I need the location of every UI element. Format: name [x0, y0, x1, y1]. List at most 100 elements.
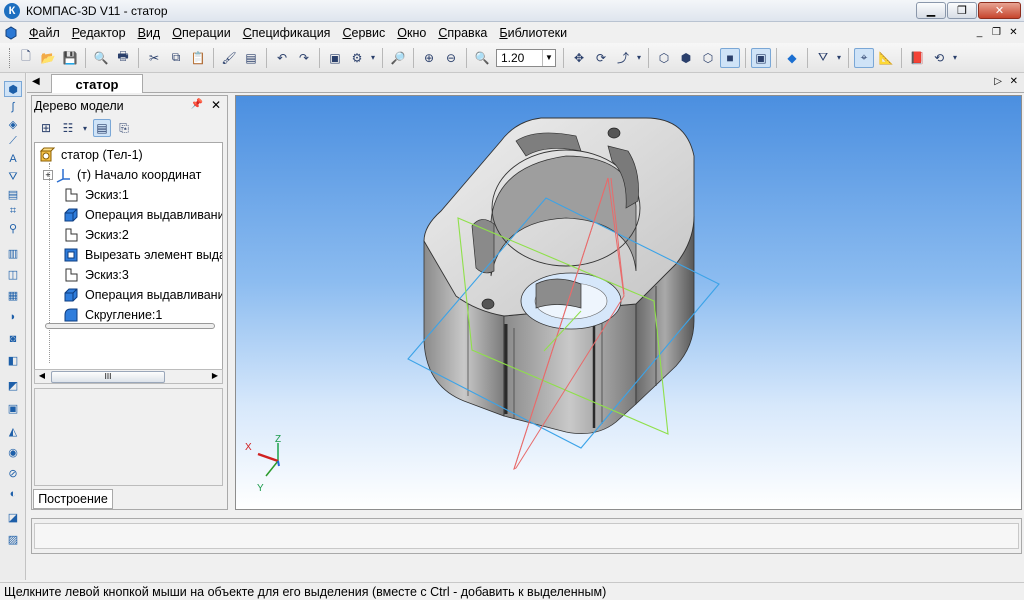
pan-icon[interactable]: ✥	[569, 48, 589, 68]
loft-icon[interactable]: ◗	[4, 309, 22, 325]
library-manager-icon[interactable]: 📕	[907, 48, 927, 68]
paste-icon[interactable]: 📋	[188, 48, 208, 68]
perspective-icon[interactable]: ◆	[782, 48, 802, 68]
menu-libraries[interactable]: Библиотеки	[493, 26, 573, 40]
menu-service[interactable]: Сервис	[336, 26, 391, 40]
tree-view-dropdown-icon[interactable]: ▾	[81, 119, 89, 137]
tree-resize-bar[interactable]	[45, 323, 215, 329]
specification-icon[interactable]: ▤	[4, 186, 22, 202]
tree-view-icon[interactable]: ☷	[59, 119, 77, 137]
tab-close-icon[interactable]: ✕	[1010, 76, 1018, 87]
refresh-icon[interactable]: ⟲	[929, 48, 949, 68]
spatial-curves-icon[interactable]: ∫	[4, 99, 22, 115]
open-folder-icon[interactable]: 📂	[38, 48, 58, 68]
copy-operation-icon[interactable]: ◪	[4, 509, 22, 525]
orientation-icon[interactable]: ⤴	[613, 48, 633, 68]
print-preview-icon[interactable]: 🔍	[91, 48, 111, 68]
tree-export-icon[interactable]: ⎘	[115, 119, 133, 137]
measure-icon[interactable]: 📐	[876, 48, 896, 68]
shell-icon[interactable]: ◩	[4, 377, 22, 393]
extrude-icon[interactable]: ▥	[4, 245, 22, 261]
filter-icon[interactable]: ⛛	[813, 48, 833, 68]
tree-item-sketch2[interactable]: Эскиз:2	[63, 225, 129, 245]
dimensions-icon[interactable]: A	[4, 151, 22, 167]
zoom-combo[interactable]: 1.20 ▼	[496, 48, 556, 67]
auxiliary-geometry-icon[interactable]: ⟋	[4, 133, 22, 149]
model-viewport[interactable]: X Z Y	[235, 95, 1022, 510]
menu-window[interactable]: Окно	[391, 26, 432, 40]
chevron-down-icon[interactable]: ▼	[542, 49, 555, 66]
cut-icon[interactable]: ✂	[144, 48, 164, 68]
toolbar-overflow-icon[interactable]: ▾	[951, 48, 959, 68]
properties-icon[interactable]: ▤	[241, 48, 261, 68]
new-document-icon[interactable]: 🗋	[16, 48, 36, 68]
menu-operations[interactable]: Операции	[166, 26, 236, 40]
manager-panel-icon[interactable]: ▣	[325, 48, 345, 68]
menu-editor[interactable]: Редактор	[66, 26, 132, 40]
command-line[interactable]	[34, 523, 1019, 549]
delete-operation-icon[interactable]: ▨	[4, 531, 22, 547]
close-button[interactable]: ✕	[978, 2, 1021, 19]
tree-item-sketch3[interactable]: Эскиз:3	[63, 265, 129, 285]
tree-horizontal-scrollbar[interactable]: ◀ III ▶	[34, 369, 223, 384]
halftone-edges-icon[interactable]: ▣	[751, 47, 771, 68]
tree-item-extrude2[interactable]: Операция выдавливания	[63, 285, 222, 305]
filter-objects-icon[interactable]: ⛛	[4, 169, 22, 185]
expand-icon[interactable]: +	[43, 170, 53, 180]
thin-hidden-lines-icon[interactable]: ⬡	[698, 48, 718, 68]
doc-restore-button[interactable]: ❐	[989, 25, 1004, 39]
tree-item-sketch1[interactable]: Эскиз:1	[63, 185, 129, 205]
tree-root[interactable]: статор (Тел-1)	[39, 145, 143, 165]
zoom-out-icon[interactable]: ⊖	[441, 48, 461, 68]
filter-dropdown-icon[interactable]: ▾	[835, 48, 843, 68]
tree-list-icon[interactable]: ▤	[93, 119, 111, 137]
pin-icon[interactable]: 📌	[191, 99, 203, 110]
section-icon[interactable]: ◭	[4, 423, 22, 439]
fillet-icon[interactable]: ◙	[4, 331, 22, 347]
pattern-icon[interactable]: ⊘	[4, 465, 22, 481]
rotate-icon[interactable]: ⟳	[591, 48, 611, 68]
close-icon[interactable]: ✕	[211, 98, 221, 112]
tab-scroll-right-icon[interactable]: ▷	[994, 76, 1002, 87]
variables-icon[interactable]: ⚙	[347, 48, 367, 68]
editing-details-icon[interactable]: ⬢	[4, 81, 22, 97]
redo-icon[interactable]: ↷	[294, 48, 314, 68]
tree-structure-icon[interactable]: ⊞	[37, 119, 55, 137]
minimize-button[interactable]: ▁	[916, 2, 946, 19]
tree-item-fillet[interactable]: Скругление:1	[63, 305, 162, 325]
chamfer-icon[interactable]: ◧	[4, 352, 22, 368]
zoom-scale-icon[interactable]: 🔍	[472, 48, 492, 68]
reports-icon[interactable]: ⌗	[4, 203, 22, 219]
hole-icon[interactable]: ◉	[4, 444, 22, 460]
doc-minimize-button[interactable]: _	[972, 25, 987, 39]
menu-help[interactable]: Справка	[432, 26, 493, 40]
format-brush-icon[interactable]: 🖌	[219, 48, 239, 68]
scroll-left-icon[interactable]: ◀	[36, 371, 48, 380]
hidden-lines-icon[interactable]: ⬢	[676, 48, 696, 68]
kinematic-icon[interactable]: ▦	[4, 287, 22, 303]
restore-button[interactable]: ❐	[947, 2, 977, 19]
tab-scroll-left-icon[interactable]: ◀	[32, 76, 40, 87]
copy-icon[interactable]: ⧉	[166, 48, 186, 68]
doc-close-button[interactable]: ✕	[1006, 25, 1021, 39]
surfaces-icon[interactable]: ◈	[4, 116, 22, 132]
toolbar-overflow-icon[interactable]: ▾	[369, 48, 377, 68]
document-icon[interactable]	[3, 25, 19, 41]
zoom-in-icon[interactable]: ⊕	[419, 48, 439, 68]
rotate-operation-icon[interactable]: ◫	[4, 266, 22, 282]
tab-construction[interactable]: Построение	[33, 489, 113, 509]
tab-stator[interactable]: статор	[51, 74, 143, 93]
toolbar-grip[interactable]	[9, 47, 12, 68]
scroll-right-icon[interactable]: ▶	[209, 371, 221, 380]
print-icon[interactable]: 🖶	[113, 48, 133, 68]
scroll-thumb[interactable]: III	[51, 371, 165, 383]
snap-icon[interactable]: ⌖	[854, 47, 874, 68]
halftone-icon[interactable]: ■	[720, 47, 740, 68]
wireframe-icon[interactable]: ⬡	[654, 48, 674, 68]
undo-icon[interactable]: ↶	[272, 48, 292, 68]
mirror-icon[interactable]: ◐	[4, 486, 22, 502]
menu-view[interactable]: Вид	[132, 26, 167, 40]
tree-item-cut[interactable]: Вырезать элемент выдав	[63, 245, 222, 265]
zoom-window-icon[interactable]: 🔎	[388, 48, 408, 68]
save-icon[interactable]: 💾	[60, 48, 80, 68]
